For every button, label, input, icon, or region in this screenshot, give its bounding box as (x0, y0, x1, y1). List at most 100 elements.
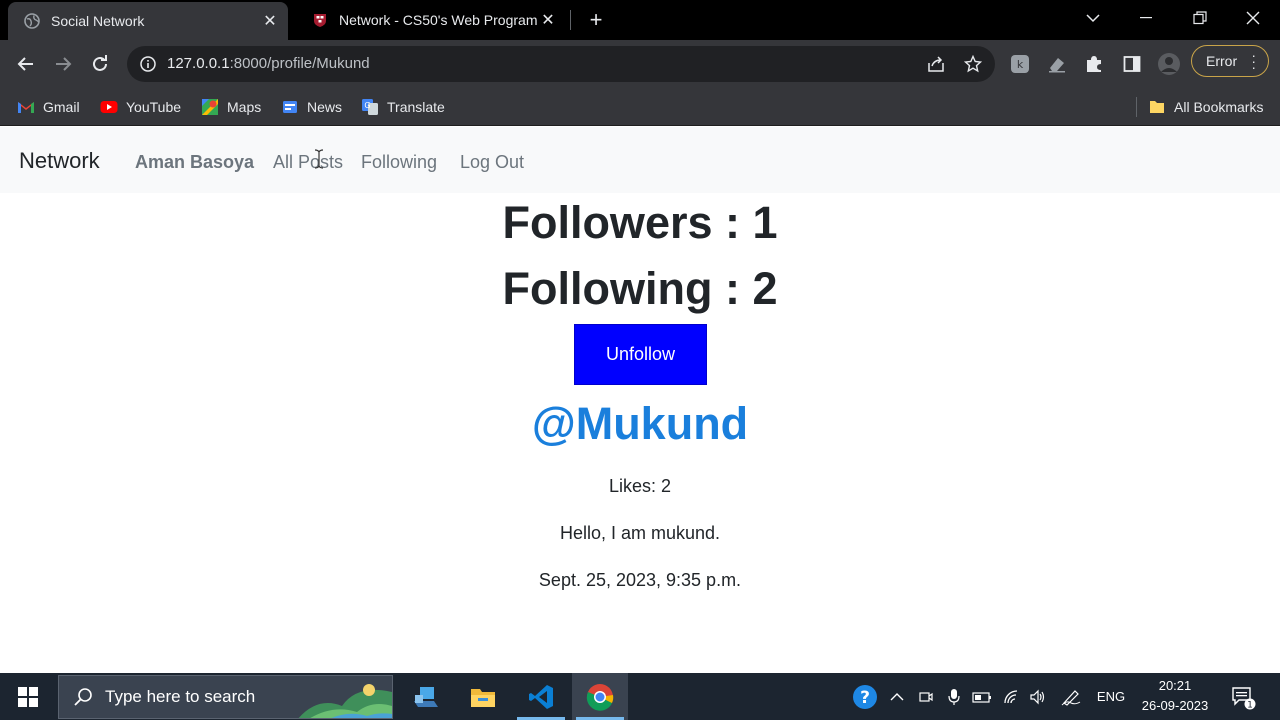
browser-toolbar: 127.0.0.1:8000/profile/Mukund k Error · ·… (0, 40, 1280, 88)
svg-text:G: G (364, 101, 370, 110)
tab-search-icon[interactable] (1066, 0, 1120, 36)
svg-text:k: k (1017, 58, 1024, 71)
post-likes: Likes: 2 (608, 476, 672, 496)
clock-date: 26-09-2023 (1141, 698, 1209, 713)
extension-icon[interactable]: k (1008, 52, 1032, 76)
bookmark-label: News (307, 99, 343, 115)
nav-following-link[interactable]: Following (361, 152, 437, 173)
following-count: Following : 2 (502, 263, 778, 314)
nav-all-posts-link[interactable]: All Posts (273, 152, 343, 173)
bookmark-youtube[interactable]: YouTube (100, 97, 181, 117)
bookmarks-separator (1136, 97, 1137, 117)
notification-count: 1 (1247, 700, 1253, 710)
volume-icon[interactable] (1026, 673, 1050, 720)
forward-button[interactable] (51, 52, 75, 76)
taskbar-app-chrome[interactable] (572, 673, 628, 720)
translate-icon: G (362, 99, 378, 115)
profile-avatar[interactable] (1157, 52, 1181, 76)
close-tab-icon[interactable]: ✕ (538, 10, 558, 30)
bookmarks-bar: Gmail YouTube Maps News G Translate All … (0, 88, 1280, 126)
bookmark-gmail[interactable]: Gmail (17, 97, 80, 117)
maps-icon (202, 99, 218, 115)
youtube-icon (100, 101, 118, 113)
pen-ink-icon[interactable] (1058, 673, 1084, 720)
page-viewport: Network Aman Basoya All Posts Following … (0, 127, 1280, 673)
system-clock[interactable]: 20:21 26-09-2023 (1133, 676, 1217, 716)
site-navbar: Network Aman Basoya All Posts Following … (0, 127, 1280, 193)
search-highlight-illustration-icon (298, 684, 392, 718)
search-placeholder: Type here to search (105, 687, 256, 706)
back-button[interactable] (14, 52, 38, 76)
wifi-icon[interactable] (999, 673, 1023, 720)
search-icon (74, 688, 92, 706)
computer-icon (414, 686, 438, 707)
all-bookmarks-folder[interactable]: All Bookmarks (1148, 97, 1263, 117)
tab-title: Network - CS50's Web Programm (339, 12, 538, 28)
menu-kebab-icon[interactable]: · · · (1251, 48, 1256, 74)
tab-social-network[interactable]: Social Network ✕ (8, 2, 288, 40)
bookmark-label: YouTube (126, 99, 182, 115)
svg-text:?: ? (860, 688, 870, 708)
folder-icon (471, 688, 495, 707)
gmail-icon (18, 102, 34, 113)
post-timestamp: Sept. 25, 2023, 9:35 p.m. (538, 570, 742, 590)
tab-title: Social Network (51, 13, 145, 29)
error-label: Error (1206, 53, 1238, 69)
side-panel-icon[interactable] (1120, 52, 1144, 76)
bookmark-translate[interactable]: G Translate (361, 97, 445, 117)
profile-handle[interactable]: @Mukund (0, 398, 1280, 450)
windows-taskbar: Type here to search ? ENG 20:21 26-09-20… (0, 673, 1280, 720)
restore-button[interactable] (1173, 0, 1227, 36)
vscode-icon (529, 684, 553, 709)
start-button[interactable] (0, 673, 56, 720)
eraser-extension-icon[interactable] (1045, 52, 1069, 76)
news-icon (283, 101, 297, 113)
address-bar[interactable]: 127.0.0.1:8000/profile/Mukund (127, 46, 995, 82)
taskbar-app-vscode[interactable] (513, 673, 569, 720)
share-icon[interactable] (927, 55, 945, 73)
tab-cs50-network[interactable]: Network - CS50's Web Programm ✕ (296, 0, 566, 40)
bookmark-news[interactable]: News (281, 97, 342, 117)
site-info-icon[interactable] (139, 55, 157, 73)
error-status-button[interactable]: Error · · · (1191, 45, 1269, 77)
notification-center-icon[interactable]: 1 (1226, 673, 1260, 720)
bookmark-label: Translate (387, 99, 445, 115)
nav-user-link[interactable]: Aman Basoya (135, 152, 254, 173)
meet-camera-icon[interactable] (914, 673, 938, 720)
text-cursor-icon (314, 149, 324, 169)
bookmark-star-icon[interactable] (963, 54, 983, 73)
taskbar-app-file-explorer[interactable] (455, 673, 511, 720)
close-window-button[interactable] (1226, 0, 1280, 36)
taskbar-app-desktop[interactable] (398, 673, 454, 720)
tab-separator (570, 10, 571, 30)
url-path: :8000/profile/Mukund (229, 55, 370, 72)
chrome-icon (586, 683, 614, 711)
taskbar-search[interactable]: Type here to search (58, 675, 393, 719)
microphone-icon[interactable] (942, 673, 966, 720)
help-tray-icon[interactable]: ? (850, 673, 880, 720)
input-language[interactable]: ENG (1092, 673, 1130, 720)
puzzle-extensions-icon[interactable] (1082, 52, 1106, 76)
folder-icon (1150, 101, 1164, 113)
bookmark-maps[interactable]: Maps (201, 97, 261, 117)
post-content: Hello, I am mukund. (559, 523, 721, 543)
clock-time: 20:21 (1158, 678, 1192, 693)
url-host: 127.0.0.1 (167, 55, 230, 72)
unfollow-button[interactable]: Unfollow (574, 324, 707, 385)
show-hidden-icons-chevron-icon[interactable] (886, 673, 908, 720)
bookmark-label: Maps (227, 99, 262, 115)
url-text: 127.0.0.1:8000/profile/Mukund (167, 55, 370, 72)
bookmark-label: Gmail (43, 99, 80, 115)
reload-button[interactable] (88, 52, 112, 76)
tab-strip: Social Network ✕ Network - CS50's Web Pr… (0, 0, 1280, 40)
windows-logo-icon (18, 686, 38, 707)
battery-icon[interactable] (970, 673, 994, 720)
nav-logout-link[interactable]: Log Out (460, 152, 524, 173)
globe-icon (24, 13, 40, 29)
site-brand[interactable]: Network (19, 148, 100, 174)
all-bookmarks-label: All Bookmarks (1174, 99, 1264, 115)
new-tab-button[interactable]: + (584, 7, 608, 32)
followers-count: Followers : 1 (502, 197, 778, 248)
close-tab-icon[interactable]: ✕ (260, 11, 280, 31)
minimize-button[interactable] (1119, 0, 1173, 36)
